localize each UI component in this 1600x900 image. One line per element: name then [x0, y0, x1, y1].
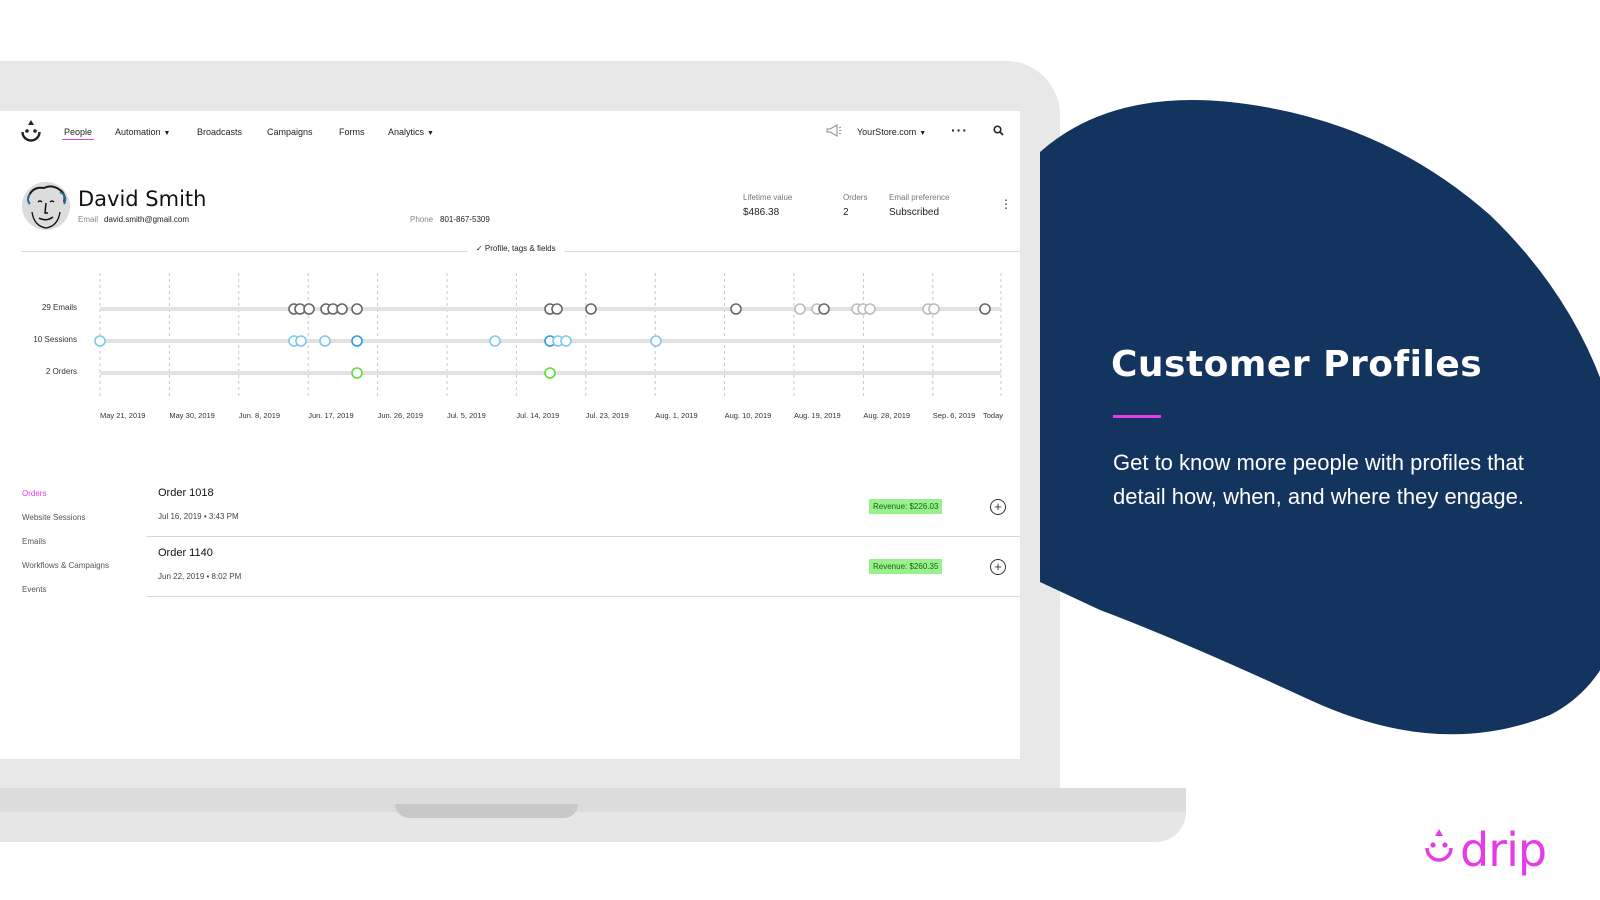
- timeline-event-marker: [794, 303, 806, 315]
- more-icon[interactable]: ···: [951, 122, 968, 138]
- profile-name: David Smith: [78, 187, 207, 211]
- nav-item-forms[interactable]: Forms: [339, 127, 365, 137]
- timeline-event-marker: [864, 303, 876, 315]
- tab-orders[interactable]: Orders: [22, 489, 46, 498]
- order-title: Order 1140: [158, 547, 213, 559]
- tab-events[interactable]: Events: [22, 585, 46, 594]
- lifetime-value-label: Lifetime value: [743, 193, 793, 202]
- timeline-event-marker: [560, 335, 572, 347]
- timeline-date-label: May 30, 2019: [169, 411, 214, 420]
- timeline-date-label: Sep. 6, 2019: [933, 411, 976, 420]
- timeline-date-label: Aug. 1, 2019: [655, 411, 698, 420]
- orders-count: 2: [843, 207, 849, 218]
- nav-item-broadcasts[interactable]: Broadcasts: [197, 127, 242, 137]
- search-icon[interactable]: [993, 125, 1004, 138]
- order-row[interactable]: Order 1140 Jun 22, 2019 • 8:02 PM Revenu…: [147, 537, 1020, 597]
- timeline-event-marker: [979, 303, 991, 315]
- nav-item-analytics[interactable]: Analytics ▼: [388, 127, 434, 137]
- app-screen: People Automation ▼ Broadcasts Campaigns …: [0, 111, 1020, 759]
- timeline-event-marker: [351, 335, 363, 347]
- expand-plus-icon[interactable]: +: [990, 559, 1006, 575]
- timeline-row-label: 2 Orders: [46, 367, 77, 376]
- timeline-event-marker: [585, 303, 597, 315]
- order-date: Jun 22, 2019 • 8:02 PM: [158, 572, 242, 581]
- avatar: [22, 182, 70, 230]
- drip-wordmark: drip: [1460, 823, 1547, 877]
- timeline-event-marker: [730, 303, 742, 315]
- timeline-row-label: 29 Emails: [42, 303, 77, 312]
- timeline-row-label: 10 Sessions: [33, 335, 77, 344]
- nav-item-campaigns[interactable]: Campaigns: [267, 127, 313, 137]
- megaphone-icon[interactable]: [826, 123, 842, 139]
- timeline-date-label: Jul. 5, 2019: [447, 411, 486, 420]
- timeline-event-marker: [94, 335, 106, 347]
- nav-item-automation[interactable]: Automation ▼: [115, 127, 170, 137]
- tab-website-sessions[interactable]: Website Sessions: [22, 513, 85, 522]
- hero-body: Get to know more people with profiles th…: [1113, 450, 1524, 509]
- chevron-down-icon: ▼: [919, 130, 927, 137]
- expand-plus-icon[interactable]: +: [990, 499, 1006, 515]
- order-date: Jul 16, 2019 • 3:43 PM: [158, 512, 239, 521]
- email-value[interactable]: david.smith@gmail.com: [104, 215, 189, 224]
- email-preference: Subscribed: [889, 207, 940, 218]
- nav-active-indicator: [62, 139, 94, 140]
- phone-value: 801-867-5309: [440, 215, 490, 224]
- timeline-event-marker: [295, 335, 307, 347]
- email-preference-label: Email preference: [889, 193, 950, 202]
- timeline-event-marker: [319, 335, 331, 347]
- profile-tags-fields-link[interactable]: ✓ Profile, tags & fields: [468, 244, 564, 253]
- tab-emails[interactable]: Emails: [22, 537, 46, 546]
- chevron-down-icon: ▼: [163, 130, 171, 137]
- tab-workflows-campaigns[interactable]: Workflows & Campaigns: [22, 561, 109, 570]
- timeline-date-label: Jul. 23, 2019: [586, 411, 629, 420]
- lifetime-value: $486.38: [743, 207, 780, 218]
- activity-timeline: May 21, 2019 May 30, 2019 Jun. 8, 2019 Jun.…: [33, 273, 1003, 420]
- timeline-date-label: May 21, 2019: [100, 411, 145, 420]
- drip-brand-logo: drip: [1424, 822, 1547, 878]
- top-nav: People Automation ▼ Broadcasts Campaigns …: [0, 111, 1020, 153]
- order-title: Order 1018: [158, 487, 214, 499]
- timeline-date-label: Jun. 8, 2019: [239, 411, 280, 420]
- drip-logo-icon[interactable]: [20, 119, 42, 147]
- hero-accent-rule: [1113, 415, 1161, 418]
- drip-smile-icon: [1425, 829, 1453, 862]
- nav-item-people[interactable]: People: [64, 127, 92, 137]
- timeline-event-marker: [336, 303, 348, 315]
- store-name: YourStore.com: [857, 127, 917, 137]
- order-row[interactable]: Order 1018 Jul 16, 2019 • 3:43 PM Revenu…: [147, 477, 1020, 537]
- timeline-event-marker: [818, 303, 830, 315]
- phone-label: Phone: [410, 215, 434, 224]
- timeline-date-label: Aug. 28, 2019: [863, 411, 910, 420]
- nav-item-automation-label: Automation: [115, 127, 161, 137]
- laptop-base: [0, 788, 1186, 812]
- timeline-event-marker: [351, 367, 363, 379]
- timeline-date-label: Jun. 26, 2019: [378, 411, 423, 420]
- timeline-date-label: Aug. 10, 2019: [725, 411, 772, 420]
- timeline-date-label: Jul. 14, 2019: [516, 411, 559, 420]
- timeline-event-marker: [303, 303, 315, 315]
- timeline-date-label: Today: [983, 411, 1003, 420]
- store-selector[interactable]: YourStore.com ▼: [857, 127, 926, 137]
- timeline-event-marker: [650, 335, 662, 347]
- timeline-date-label: Aug. 19, 2019: [794, 411, 841, 420]
- timeline-event-marker: [928, 303, 940, 315]
- timeline-event-marker: [544, 367, 556, 379]
- hero-title: Customer Profiles: [1111, 344, 1483, 385]
- chevron-down-icon: ▼: [427, 130, 434, 137]
- laptop-base-bottom: [0, 812, 1186, 842]
- nav-item-analytics-label: Analytics: [388, 127, 425, 137]
- timeline-event-marker: [489, 335, 501, 347]
- kebab-menu-icon[interactable]: · · ·: [1002, 192, 1010, 214]
- laptop-notch: [395, 804, 578, 818]
- revenue-badge: Revenue: $226.03: [869, 499, 943, 514]
- revenue-badge: Revenue: $260.35: [869, 559, 943, 574]
- timeline-event-marker: [551, 303, 563, 315]
- background-blob: [1040, 100, 1600, 735]
- orders-count-label: Orders: [843, 193, 868, 202]
- timeline-date-label: Jun. 17, 2019: [308, 411, 353, 420]
- timeline-event-marker: [351, 303, 363, 315]
- email-label: Email: [78, 215, 99, 224]
